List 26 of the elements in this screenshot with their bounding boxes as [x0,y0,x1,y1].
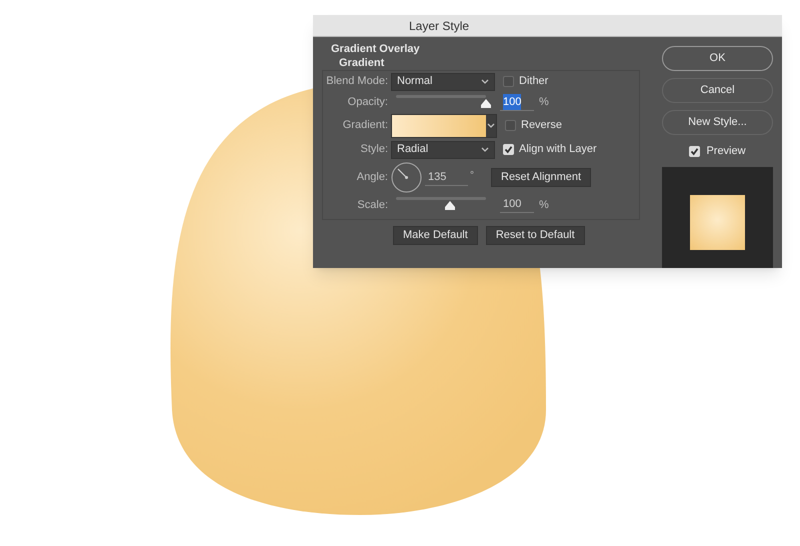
degree-label: ° [470,169,474,183]
blend-mode-dropdown[interactable]: Normal [391,72,495,90]
preview-label: Preview [706,144,746,159]
style-label: Style: [360,142,388,158]
section-title: Gradient Overlay [331,42,420,56]
style-dropdown[interactable]: Radial [391,140,495,158]
angle-field[interactable]: 135 [425,170,468,186]
gradient-label: Gradient: [342,118,388,134]
reset-alignment-button[interactable]: Reset Alignment [491,168,592,187]
unit-label: % [539,198,549,213]
group-title: Gradient [339,56,384,70]
dither-label: Dither [519,74,548,90]
make-default-button[interactable]: Make Default [393,226,478,245]
ok-button[interactable]: OK [662,46,773,71]
cancel-button[interactable]: Cancel [662,78,773,103]
reverse-label: Reverse [521,118,562,134]
blend-mode-label: Blend Mode: [326,74,388,90]
scale-label: Scale: [357,198,388,213]
angle-label: Angle: [356,170,388,186]
scale-field[interactable]: 100 [500,197,534,213]
align-with-layer-label: Align with Layer [519,142,597,158]
unit-label: % [539,95,549,110]
opacity-label: Opacity: [348,95,388,110]
new-style-button[interactable]: New Style... [662,110,773,135]
window-title: Layer Style [409,18,470,34]
reset-to-default-button[interactable]: Reset to Default [486,226,585,245]
